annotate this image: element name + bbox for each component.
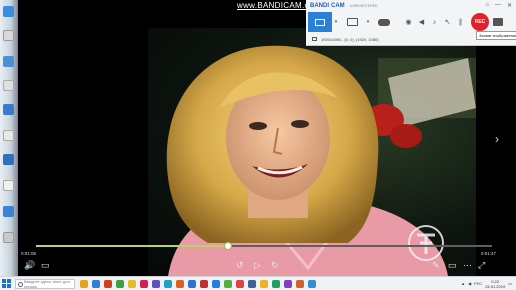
record-button[interactable]: REC [471, 13, 489, 31]
taskbar-app-icon[interactable] [212, 279, 220, 288]
speaker-icon[interactable]: ◀ [415, 12, 428, 32]
seek-bar-handle[interactable] [223, 242, 232, 250]
chevron-down-icon[interactable]: ▾ [332, 19, 340, 25]
notifications-icon[interactable]: ▭ [508, 281, 512, 286]
taskbar-apps [80, 279, 316, 288]
next-arrow-button[interactable]: › [495, 132, 499, 146]
taskbar-app-icon[interactable] [80, 279, 88, 288]
clock-date: 24.01.2019 [485, 283, 506, 289]
taskbar-app-icon[interactable] [128, 279, 136, 288]
desktop-text-icon[interactable] [3, 130, 14, 141]
desktop-folder-icon[interactable] [3, 6, 14, 17]
windows-start-icon[interactable] [2, 279, 11, 288]
home-icon[interactable]: ⌂ [485, 2, 489, 9]
desktop-tool-icon[interactable] [3, 206, 14, 217]
bandicam-logo-left: BANDI [310, 2, 329, 9]
close-icon[interactable]: ✕ [507, 2, 512, 9]
capture-region-text: 1920x1080 - (0, 0), (1920, 1080) [321, 36, 379, 42]
taskbar-app-icon[interactable] [116, 279, 124, 288]
fullscreen-mode-button[interactable] [340, 12, 364, 32]
taskbar-app-icon[interactable] [224, 279, 232, 288]
camera-icon[interactable] [493, 18, 503, 26]
bandicam-toolbar: ▾ ▾ ◉ ◀ ♪ ↖ ∥ REC [306, 11, 516, 33]
mini-view-button[interactable]: ▭ [448, 260, 457, 270]
taskbar-app-icon[interactable] [200, 279, 208, 288]
tv-channel-logo-icon [408, 225, 444, 261]
desktop: www.BANDICAM.com ‹ › 0:01:06 0:01:47 🔊 ▭… [0, 0, 516, 290]
total-time: 0:01:47 [481, 251, 497, 256]
desktop-document-icon[interactable] [3, 80, 14, 91]
desktop-archive-icon[interactable] [3, 232, 14, 243]
desktop-image-icon[interactable] [3, 180, 14, 191]
taskbar-app-icon[interactable] [236, 279, 244, 288]
pause-icon[interactable]: ∥ [454, 12, 467, 32]
microphone-icon[interactable]: ♪ [428, 12, 441, 32]
taskbar-app-icon[interactable] [248, 279, 256, 288]
play-button[interactable]: ▷ [254, 260, 261, 270]
video-frame [148, 28, 476, 276]
more-options-button[interactable]: ⋯ [463, 260, 472, 270]
taskbar-search-input[interactable]: Введите здесь текст для поиска [15, 278, 75, 289]
minimize-button[interactable]: — [495, 2, 501, 9]
taskbar-app-icon[interactable] [284, 279, 292, 288]
screenshot-tooltip: Захват изображения [476, 31, 516, 40]
desktop-file-icon[interactable] [3, 30, 14, 41]
taskbar-app-icon[interactable] [164, 279, 172, 288]
taskbar-app-icon[interactable] [188, 279, 196, 288]
rectangle-icon [315, 18, 325, 26]
taskbar-app-icon[interactable] [152, 279, 160, 288]
network-icon[interactable]: ▲ [461, 281, 465, 286]
taskbar: Введите здесь текст для поиска ▲ ◀ РУС 0… [0, 276, 516, 290]
taskbar-app-icon[interactable] [272, 279, 280, 288]
taskbar-app-icon[interactable] [260, 279, 268, 288]
subtitles-button[interactable]: ▭ [41, 260, 50, 270]
seek-bar-progress [36, 245, 228, 247]
volume-tray-icon[interactable]: ◀ [468, 281, 471, 286]
desktop-app-icon[interactable] [3, 56, 14, 67]
region-icon [312, 37, 317, 41]
fullscreen-button[interactable]: ⤢ [478, 260, 485, 270]
clock[interactable]: 0:22 24.01.2019 [485, 279, 505, 289]
seek-bar[interactable] [36, 242, 492, 250]
chevron-down-icon[interactable]: ▾ [364, 19, 372, 25]
desktop-program-icon[interactable] [3, 154, 14, 165]
registration-label: UNREGISTERED [349, 3, 378, 8]
taskbar-app-icon[interactable] [92, 279, 100, 288]
volume-button[interactable]: 🔊 [24, 260, 35, 270]
webcam-icon[interactable]: ◉ [402, 12, 415, 32]
bandicam-titlebar: BANDI CAM UNREGISTERED ⌂ — ✕ [306, 0, 516, 11]
forward-button[interactable]: ↻ [271, 260, 279, 270]
taskbar-app-icon[interactable] [104, 279, 112, 288]
taskbar-app-icon[interactable] [296, 279, 304, 288]
taskbar-app-icon[interactable] [176, 279, 184, 288]
cursor-icon[interactable]: ↖ [441, 12, 454, 32]
taskbar-app-icon[interactable] [308, 279, 316, 288]
edit-button[interactable]: ✎ [432, 260, 440, 270]
monitor-icon [346, 18, 358, 26]
current-time: 0:01:06 [21, 251, 37, 256]
rewind-button[interactable]: ↺ [236, 260, 244, 270]
gamepad-icon [378, 18, 390, 26]
game-mode-button[interactable] [372, 12, 396, 32]
system-tray: ▲ ◀ РУС 0:22 24.01.2019 ▭ [461, 279, 516, 289]
desktop-shortcut-icon[interactable] [3, 104, 14, 115]
desktop-icon-strip [0, 0, 18, 276]
bandicam-logo-right: CAM [331, 2, 345, 9]
taskbar-app-icon[interactable] [140, 279, 148, 288]
language-indicator[interactable]: РУС [474, 281, 482, 286]
rectangle-mode-button[interactable] [308, 12, 332, 32]
